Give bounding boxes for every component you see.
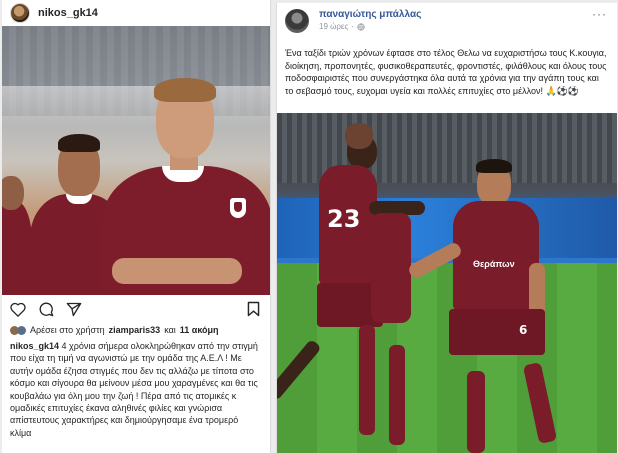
player-left-edge xyxy=(2,201,32,295)
player-6-shirt xyxy=(453,201,539,311)
avatar[interactable] xyxy=(10,3,30,23)
player-23-number: 23 xyxy=(327,205,361,233)
username[interactable]: nikos_gk14 xyxy=(38,7,98,19)
comment-icon[interactable] xyxy=(38,301,54,317)
player-front-badge-center xyxy=(234,202,242,212)
bookmark-icon[interactable] xyxy=(247,301,260,317)
liker-username[interactable]: ziamparis33 xyxy=(109,325,161,335)
instagram-post: nikos_gk14 Αρέσει στο χρήστη ziamparis33… xyxy=(2,0,271,453)
likes-connector: και xyxy=(164,325,176,335)
player-front-hair xyxy=(154,78,216,102)
post-time[interactable]: 19 ώρες xyxy=(319,22,348,31)
player-6-shorts xyxy=(449,309,545,355)
post-photo[interactable] xyxy=(2,26,270,295)
player-left-edge-head xyxy=(2,176,24,210)
likes-prefix: Αρέσει στο χρήστη xyxy=(30,325,105,335)
player-front-arm xyxy=(112,258,242,284)
caption: nikos_gk14 4 χρόνια σήμερα ολοκληρώθηκαν… xyxy=(2,337,270,439)
author-name[interactable]: παναγιώτης μπάλλας xyxy=(319,9,421,20)
liker-avatar xyxy=(17,325,26,335)
avatar[interactable] xyxy=(285,9,309,33)
globe-icon xyxy=(357,22,365,31)
more-options-icon[interactable]: ··· xyxy=(592,7,607,21)
player-23-sock xyxy=(359,325,375,435)
likes-line: Αρέσει στο χρήστη ziamparis33 και 11 ακό… xyxy=(2,323,270,337)
player-middle-hair xyxy=(58,134,100,152)
player-back-sock xyxy=(389,345,405,445)
facebook-post: παναγιώτης μπάλλας 19 ώρες · ··· Ένα ταξ… xyxy=(276,3,617,453)
post-time-row: 19 ώρες · xyxy=(319,22,421,31)
caption-text: 4 χρόνια σήμερα ολοκληρώθηκαν από την στ… xyxy=(10,341,258,438)
player-back-shirt xyxy=(371,213,411,323)
heart-icon[interactable] xyxy=(10,302,26,317)
player-6-hair xyxy=(476,159,512,173)
stadium-fence xyxy=(2,86,270,126)
post-text: Ένα ταξίδι τριών χρόνων έφτασε στο τέλος… xyxy=(285,48,607,96)
share-icon[interactable] xyxy=(66,302,82,317)
post-photo[interactable]: 23 Θεράπων 6 xyxy=(277,113,617,453)
player-6-sock-left xyxy=(467,371,485,453)
player-back-head xyxy=(345,123,373,149)
action-bar xyxy=(2,295,270,323)
post-meta: παναγιώτης μπάλλας 19 ώρες · xyxy=(319,9,421,45)
likes-others[interactable]: 11 ακόμη xyxy=(180,325,219,335)
post-header: παναγιώτης μπάλλας 19 ώρες · ··· xyxy=(277,3,617,45)
player-6-number: 6 xyxy=(519,323,528,337)
caption-username[interactable]: nikos_gk14 xyxy=(10,341,59,351)
player-6-sponsor: Θεράπων xyxy=(473,259,515,269)
post-header: nikos_gk14 xyxy=(2,0,270,26)
